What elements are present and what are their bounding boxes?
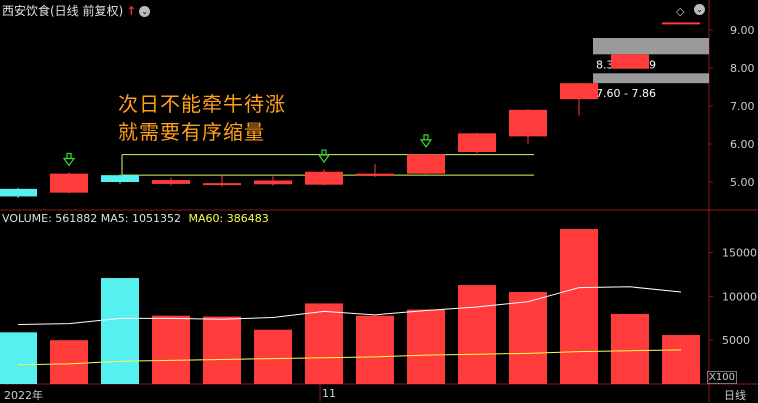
price-tick-label: 8.00: [730, 62, 755, 75]
down-arrow-marker-icon: [62, 152, 76, 167]
candle[interactable]: [356, 173, 394, 176]
candle[interactable]: [305, 171, 343, 185]
price-zone-band: [593, 73, 709, 84]
chart-title[interactable]: 西安饮食(日线 前复权) ↑ ⌄: [2, 2, 151, 19]
period-label: 日线: [724, 389, 746, 402]
volume-tick-label: 10000: [722, 290, 757, 303]
volume-bar[interactable]: [0, 332, 37, 384]
annotation-line-2: 就需要有序缩量: [118, 120, 265, 144]
candle[interactable]: [254, 180, 292, 185]
volume-tick-label: 15000: [722, 247, 757, 260]
stock-name-period: 西安饮食(日线 前复权): [2, 4, 124, 18]
candle[interactable]: [203, 183, 241, 186]
volume-bar[interactable]: [305, 303, 343, 384]
volume-bar[interactable]: [152, 315, 190, 384]
price-tick-label: 9.00: [730, 24, 755, 37]
volume-bar[interactable]: [356, 315, 394, 384]
ma60-value: MA60: 386483: [188, 212, 269, 225]
settings-chevron-icon[interactable]: ⌄: [694, 4, 705, 15]
candle[interactable]: [560, 83, 598, 100]
up-arrow-icon: ↑: [126, 4, 137, 18]
ma5-value: MA5: 1051352: [100, 212, 181, 225]
chevron-down-icon[interactable]: ⌄: [139, 6, 151, 17]
candle[interactable]: [0, 188, 37, 197]
volume-unit-badge: X100: [707, 371, 737, 384]
volume-value: VOLUME: 561882: [2, 212, 98, 225]
candle[interactable]: [509, 109, 547, 137]
candle[interactable]: [152, 180, 190, 184]
volume-bar[interactable]: [458, 285, 496, 384]
volume-bar[interactable]: [509, 292, 547, 384]
price-zone-band: [593, 37, 709, 55]
price-zone-label: 7.60 - 7.86: [596, 87, 656, 100]
price-tick-label: 5.00: [730, 176, 755, 189]
price-tick-label: 7.00: [730, 100, 755, 113]
candle[interactable]: [611, 54, 649, 69]
x-label-year: 2022年: [4, 389, 43, 402]
volume-tick-label: 5000: [722, 334, 750, 347]
volume-bar[interactable]: [662, 334, 700, 384]
candle[interactable]: [662, 22, 700, 25]
volume-panel[interactable]: [0, 229, 700, 384]
volume-bar[interactable]: [50, 340, 88, 384]
volume-legend: VOLUME: 561882 MA5: 1051352 MA60: 386483: [2, 212, 269, 225]
volume-bar[interactable]: [407, 309, 445, 384]
volume-bar[interactable]: [101, 278, 139, 384]
annotation-line-1: 次日不能牵牛待涨: [118, 92, 286, 116]
candle[interactable]: [458, 133, 496, 152]
price-panel[interactable]: 7.60 - 7.868.36 - 8.79: [0, 22, 709, 198]
candle[interactable]: [50, 173, 88, 193]
price-tick-label: 6.00: [730, 138, 755, 151]
x-label-month: 11: [322, 387, 336, 400]
candle[interactable]: [101, 175, 139, 182]
down-arrow-marker-icon: [317, 149, 331, 164]
stock-chart: 5.00 6.00 7.00 8.00 9.00 5000 10000 15000 7.60 …: [0, 0, 758, 402]
down-arrow-marker-icon: [419, 134, 433, 148]
volume-bar[interactable]: [254, 329, 292, 384]
volume-bar[interactable]: [560, 229, 598, 384]
volume-bar[interactable]: [611, 313, 649, 384]
diamond-icon[interactable]: ◇: [676, 5, 684, 18]
candle[interactable]: [407, 154, 445, 174]
volume-bar[interactable]: [203, 316, 241, 384]
